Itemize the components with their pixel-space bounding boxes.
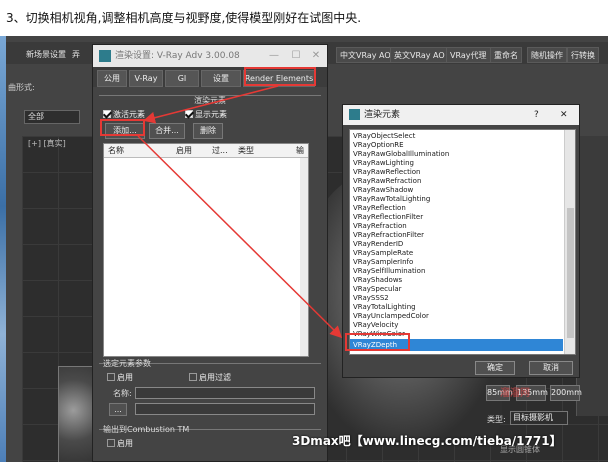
annotation-arrows	[137, 85, 343, 339]
watermark-text: 3Dmax吧【www.linecg.com/tieba/1771】	[292, 434, 562, 448]
